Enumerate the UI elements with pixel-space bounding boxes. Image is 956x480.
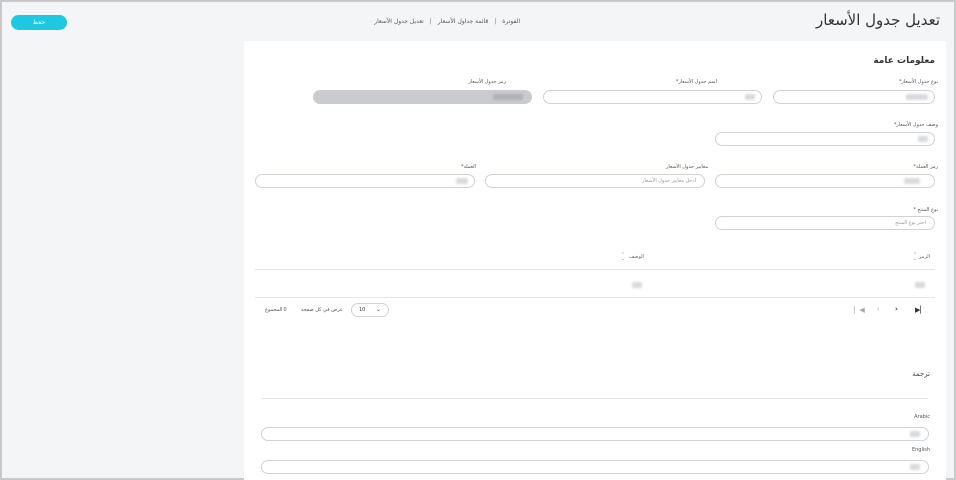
english-translation-input[interactable] [261,460,929,474]
page-title: تعديل جدول الأسعار [816,11,940,29]
per-page-label: عرض في كل صفحة [301,307,343,313]
breadcrumb-separator: | [494,18,497,25]
redacted-value [456,178,468,184]
redacted-value [904,178,920,184]
app-frame: حفظ الفوترة | قائمة جداول الأسعار | تعدي… [0,0,956,480]
breadcrumb-separator: | [429,18,432,25]
breadcrumb-billing[interactable]: الفوترة [502,18,520,25]
language-label-arabic: Arabic [914,414,930,420]
language-label-english: English [911,447,930,453]
table-divider [255,297,935,298]
price-list-type-input[interactable] [773,90,935,104]
redacted-value [915,282,925,288]
total-value: 0 [283,307,287,313]
redacted-value [918,136,928,142]
redacted-value [910,464,920,470]
breadcrumb: الفوترة | قائمة جداول الأسعار | تعديل جد… [374,18,520,25]
chevron-down-icon: ⌄ [375,306,381,313]
total-label: المجموع [265,307,283,313]
redacted-value [493,94,523,100]
currency-input[interactable] [255,174,475,188]
table-divider [255,269,935,270]
price-list-desc-label: وصف جدول الأسعار* [893,122,938,128]
redacted-value [906,94,928,100]
breadcrumb-current: تعديل جدول الأسعار [374,18,424,25]
currency-label: العملة* [460,164,476,170]
per-page-value: 10 [359,307,366,313]
per-page-select[interactable]: 10 ⌄ [351,303,389,317]
price-list-params-label: معايير جدول الأسعار [666,164,708,170]
currency-code-label: رمز العملة* [913,164,939,170]
first-page-icon[interactable]: ▶▏ [915,306,926,314]
price-list-name-label: اسم جدول الأسعار* [675,79,717,85]
product-type-select[interactable]: اختر نوع المنتج [715,216,935,230]
product-type-label: نوع المنتج * [913,207,938,213]
price-list-code-label: رمز جدول الأسعار [468,79,506,85]
price-list-params-input[interactable]: أدخل معايير جدول الأسعار [485,174,705,188]
price-list-type-label: نوع جدول الأسعار* [898,79,938,85]
general-info-title: معلومات عامة [873,56,935,66]
sort-icon[interactable]: ⌃ ⌄ [913,253,917,262]
column-header-description[interactable]: الوصف [629,254,644,260]
next-page-icon[interactable]: › [895,305,898,313]
column-header-code[interactable]: الرمز [919,254,930,260]
translation-title: ترجمة [912,370,930,378]
price-list-code-input [313,90,532,104]
save-button[interactable]: حفظ [11,15,67,30]
sort-icon[interactable]: ⌃ ⌄ [621,253,625,262]
total-count: 0 المجموع [265,307,287,313]
prev-page-icon[interactable]: ‹ [877,305,880,313]
price-list-name-input[interactable] [543,90,762,104]
breadcrumb-price-lists[interactable]: قائمة جداول الأسعار [438,18,488,25]
price-list-desc-input[interactable] [715,132,935,146]
form-card: معلومات عامة نوع جدول الأسعار* اسم جدول … [244,41,946,480]
redacted-value [745,94,755,100]
last-page-icon[interactable]: ▏◀ [854,306,865,314]
arabic-translation-input[interactable] [261,427,929,441]
redacted-value [910,431,920,437]
currency-code-input[interactable] [715,174,935,188]
translation-divider [262,398,928,399]
redacted-value [632,282,642,288]
